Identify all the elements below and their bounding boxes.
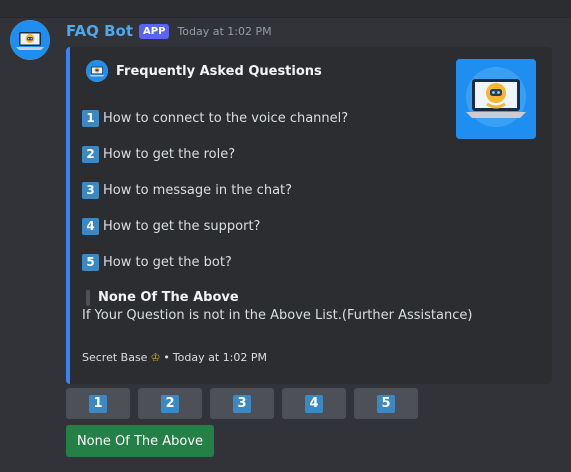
keycap-3-icon: 3 (82, 181, 99, 199)
embed-author: Frequently Asked Questions (86, 60, 322, 82)
faq-button-5[interactable]: 5 (354, 388, 418, 419)
faq-embed: Frequently Asked Questions 1 How to conn… (66, 47, 552, 384)
faq-question: How to connect to the voice channel? (103, 110, 349, 126)
message-header: FAQ Bot APP Today at 1:02 PM (66, 20, 272, 42)
list-item: 1 How to connect to the voice channel? (82, 109, 348, 127)
button-row: 1 2 3 4 5 (66, 388, 418, 419)
keycap-3-icon: 3 (233, 394, 251, 413)
faq-question: How to get the role? (103, 146, 236, 162)
robot-laptop-icon (456, 59, 536, 139)
author-icon (86, 60, 108, 82)
faq-button-2[interactable]: 2 (138, 388, 202, 419)
faq-question: How to message in the chat? (103, 182, 293, 198)
none-of-the-above-button[interactable]: None Of The Above (66, 425, 214, 457)
blockquote-bar (86, 290, 90, 306)
faq-button-3[interactable]: 3 (210, 388, 274, 419)
crown-icon: ♔ (150, 351, 161, 364)
field-name: None Of The Above (98, 290, 239, 305)
list-item: 4 How to get the support? (82, 217, 348, 235)
list-item: 3 How to message in the chat? (82, 181, 348, 199)
robot-laptop-icon (10, 20, 50, 60)
message-timestamp: Today at 1:02 PM (177, 24, 272, 38)
keycap-5-icon: 5 (82, 253, 99, 271)
bot-name[interactable]: FAQ Bot (66, 22, 133, 40)
faq-question: How to get the bot? (103, 254, 232, 270)
footer-server: Secret Base (82, 351, 148, 364)
footer-timestamp: Today at 1:02 PM (172, 351, 268, 364)
field-value: If Your Question is not in the Above Lis… (82, 308, 473, 323)
embed-title: Frequently Asked Questions (116, 63, 322, 79)
app-badge: APP (139, 23, 170, 39)
channel-top-edge (0, 0, 571, 18)
faq-button-1[interactable]: 1 (66, 388, 130, 419)
keycap-5-icon: 5 (377, 394, 395, 413)
divider (0, 17, 571, 18)
keycap-1-icon: 1 (82, 109, 99, 127)
list-item: 2 How to get the role? (82, 145, 348, 163)
embed-footer: Secret Base ♔ • Today at 1:02 PM (82, 351, 267, 364)
keycap-2-icon: 2 (82, 145, 99, 163)
keycap-2-icon: 2 (161, 394, 179, 413)
keycap-4-icon: 4 (82, 217, 99, 235)
faq-list: 1 How to connect to the voice channel? 2… (82, 109, 348, 289)
faq-button-4[interactable]: 4 (282, 388, 346, 419)
keycap-4-icon: 4 (305, 394, 323, 413)
keycap-1-icon: 1 (89, 394, 107, 413)
footer-separator: • (163, 351, 170, 364)
faq-question: How to get the support? (103, 218, 261, 234)
embed-thumbnail[interactable] (456, 59, 536, 139)
bot-avatar[interactable] (10, 20, 50, 60)
robot-laptop-icon (86, 60, 108, 82)
list-item: 5 How to get the bot? (82, 253, 348, 271)
